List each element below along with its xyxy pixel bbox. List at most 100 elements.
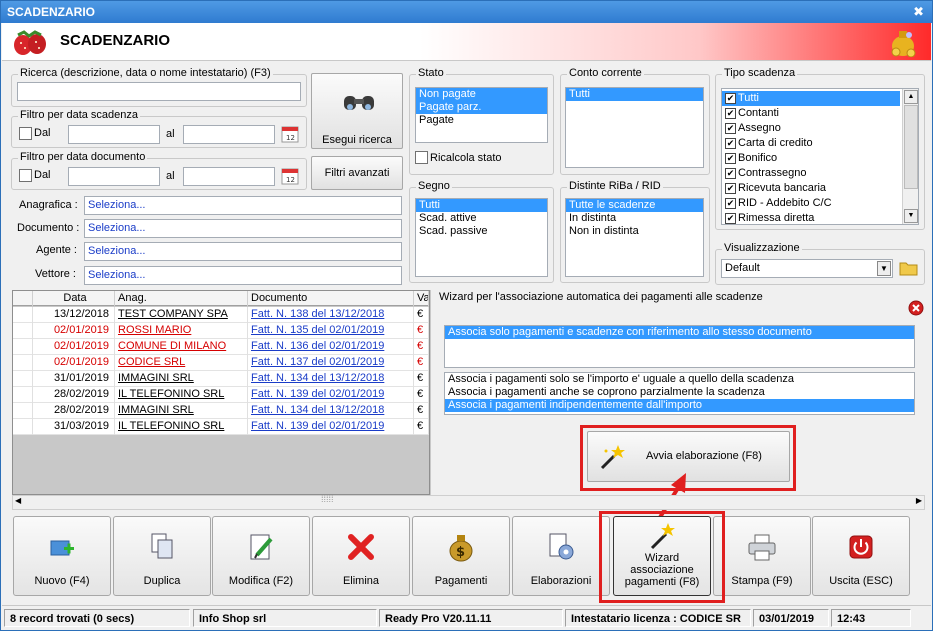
table-header-cell[interactable]: Documento (248, 291, 414, 306)
elaborazioni-button[interactable]: Elaborazioni (512, 516, 610, 596)
list-item[interactable]: Associa solo pagamenti e scadenze con ri… (445, 326, 914, 339)
checkbox-checked-icon[interactable]: ✔ (725, 168, 736, 179)
dal-documento-input[interactable] (68, 167, 160, 186)
calendar-icon[interactable]: 12 (281, 125, 299, 143)
close-icon[interactable] (908, 300, 924, 316)
esegui-ricerca-button[interactable]: Esegui ricerca (311, 73, 403, 149)
duplica-button[interactable]: Duplica (113, 516, 211, 596)
table-cell[interactable]: Fatt. N. 134 del 13/12/2018 (248, 371, 414, 387)
table-cell[interactable]: Fatt. N. 137 del 02/01/2019 (248, 355, 414, 371)
list-item[interactable]: Tutti (416, 199, 547, 212)
list-item[interactable]: ✔ Contanti (722, 106, 900, 121)
segno-list[interactable]: Tutti Scad. attive Scad. passive (415, 198, 548, 277)
modifica-button[interactable]: Modifica (F2) (212, 516, 310, 596)
ricalcola-stato-checkbox[interactable] (415, 151, 428, 164)
table-cell[interactable]: TEST COMPANY SPA (115, 307, 248, 323)
distinte-list[interactable]: Tutte le scadenze In distinta Non in dis… (565, 198, 704, 277)
tipo-scrollbar[interactable]: ▲ ▼ (902, 89, 918, 224)
scroll-right-icon[interactable]: ▶ (916, 496, 922, 505)
table-cell[interactable]: IMMAGINI SRL (115, 371, 248, 387)
wizard-option1-list[interactable]: Associa solo pagamenti e scadenze con ri… (444, 325, 915, 368)
list-item[interactable]: Non in distinta (566, 225, 703, 238)
table-row[interactable]: 28/02/2019 IL TELEFONINO SRL Fatt. N. 139 … (13, 387, 429, 403)
nuovo-button[interactable]: Nuovo (F4) (13, 516, 111, 596)
close-icon[interactable]: ✖ (913, 1, 924, 23)
table-cell[interactable]: Fatt. N. 136 del 02/01/2019 (248, 339, 414, 355)
list-item[interactable]: In distinta (566, 212, 703, 225)
table-row[interactable]: 13/12/2018 TEST COMPANY SPA Fatt. N. 138 d… (13, 307, 429, 323)
table-row[interactable]: 31/03/2019 IL TELEFONINO SRL Fatt. N. 139 … (13, 419, 429, 435)
calendar-icon[interactable]: 12 (281, 167, 299, 185)
dal-scadenza-input[interactable] (68, 125, 160, 144)
table-cell[interactable]: Fatt. N. 139 del 02/01/2019 (248, 387, 414, 403)
checkbox-checked-icon[interactable]: ✔ (725, 153, 736, 164)
scroll-left-icon[interactable]: ◀ (15, 496, 21, 505)
vettore-field[interactable]: Seleziona... (84, 266, 402, 285)
scroll-thumb[interactable] (904, 105, 918, 189)
checkbox-checked-icon[interactable]: ✔ (725, 108, 736, 119)
visualizzazione-select[interactable]: Default ▼ (721, 259, 893, 278)
list-item[interactable]: Associa i pagamenti anche se coprono par… (445, 386, 914, 399)
list-item[interactable]: Tutti (566, 88, 703, 101)
list-item[interactable]: ✔ RID - Addebito C/C (722, 196, 900, 211)
checkbox-checked-icon[interactable]: ✔ (725, 198, 736, 209)
table-cell[interactable]: IMMAGINI SRL (115, 403, 248, 419)
scroll-grip[interactable]: ⁞⁞⁞⁞⁞ (321, 494, 334, 504)
table-row[interactable]: 02/01/2019 CODICE SRL Fatt. N. 137 del 02/… (13, 355, 429, 371)
conto-list[interactable]: Tutti (565, 87, 704, 168)
folder-icon[interactable] (899, 259, 919, 277)
table-cell[interactable]: IL TELEFONINO SRL (115, 419, 248, 435)
list-item[interactable]: ✔ Rimessa diretta (722, 211, 900, 226)
agente-field[interactable]: Seleziona... (84, 242, 402, 261)
list-item[interactable]: Associa i pagamenti indipendentemente da… (445, 399, 914, 412)
list-item[interactable]: Scad. passive (416, 225, 547, 238)
table-row[interactable]: 02/01/2019 COMUNE DI MILANO Fatt. N. 136 d… (13, 339, 429, 355)
table-row[interactable]: 31/01/2019 IMMAGINI SRL Fatt. N. 134 del 1… (13, 371, 429, 387)
table-row[interactable]: 28/02/2019 IMMAGINI SRL Fatt. N. 134 del 1… (13, 403, 429, 419)
wizard-option2-list[interactable]: Associa i pagamenti solo se l'importo e'… (444, 372, 915, 415)
pagamenti-button[interactable]: $ Pagamenti (412, 516, 510, 596)
scroll-up-icon[interactable]: ▲ (904, 90, 918, 104)
stato-list[interactable]: Non pagate Pagate parz. Pagate (415, 87, 548, 143)
table-header-cell[interactable]: Data (33, 291, 115, 306)
table-cell[interactable]: CODICE SRL (115, 355, 248, 371)
list-item[interactable]: Scad. attive (416, 212, 547, 225)
uscita-button[interactable]: Uscita (ESC) (812, 516, 910, 596)
anagrafica-field[interactable]: Seleziona... (84, 196, 402, 215)
elimina-button[interactable]: Elimina (312, 516, 410, 596)
dal-scadenza-checkbox[interactable] (19, 127, 32, 140)
table-row[interactable]: 02/01/2019 ROSSI MARIO Fatt. N. 135 del 02… (13, 323, 429, 339)
list-item[interactable]: Pagate parz. (416, 101, 547, 114)
table-cell[interactable]: Fatt. N. 139 del 02/01/2019 (248, 419, 414, 435)
scroll-down-icon[interactable]: ▼ (904, 209, 918, 223)
table-header-cell[interactable]: Anag. (115, 291, 248, 306)
checkbox-checked-icon[interactable]: ✔ (725, 183, 736, 194)
checkbox-checked-icon[interactable]: ✔ (725, 138, 736, 149)
chevron-down-icon[interactable]: ▼ (877, 261, 891, 276)
list-item[interactable]: ✔ Contrassegno (722, 166, 900, 181)
list-item[interactable]: ✔ Ricevuta bancaria (722, 181, 900, 196)
list-item[interactable]: ✔ Bonifico (722, 151, 900, 166)
list-item[interactable]: Non pagate (416, 88, 547, 101)
checkbox-checked-icon[interactable]: ✔ (725, 93, 736, 104)
tipo-scadenza-list[interactable]: ✔ Tutti ✔ Contanti ✔ Assegno ✔ Carta di credito… (721, 88, 919, 225)
documento-field[interactable]: Seleziona... (84, 219, 402, 238)
list-item[interactable]: Tutte le scadenze (566, 199, 703, 212)
table-cell[interactable]: Fatt. N. 138 del 13/12/2018 (248, 307, 414, 323)
al-scadenza-input[interactable] (183, 125, 275, 144)
stampa-button[interactable]: Stampa (F9) (713, 516, 811, 596)
checkbox-checked-icon[interactable]: ✔ (725, 213, 736, 224)
list-item[interactable]: ✔ Carta di credito (722, 136, 900, 151)
table-cell[interactable]: Fatt. N. 134 del 13/12/2018 (248, 403, 414, 419)
table-cell[interactable]: COMUNE DI MILANO (115, 339, 248, 355)
al-documento-input[interactable] (183, 167, 275, 186)
table-header-cell[interactable]: Val (414, 291, 429, 306)
table-cell[interactable]: ROSSI MARIO (115, 323, 248, 339)
search-input[interactable] (17, 82, 301, 101)
list-item[interactable]: Associa i pagamenti solo se l'importo e'… (445, 373, 914, 386)
checkbox-checked-icon[interactable]: ✔ (725, 123, 736, 134)
list-item[interactable]: ✔ Assegno (722, 121, 900, 136)
dal-documento-checkbox[interactable] (19, 169, 32, 182)
list-item[interactable]: ✔ Tutti (722, 91, 900, 106)
filtri-avanzati-button[interactable]: Filtri avanzati (311, 156, 403, 190)
